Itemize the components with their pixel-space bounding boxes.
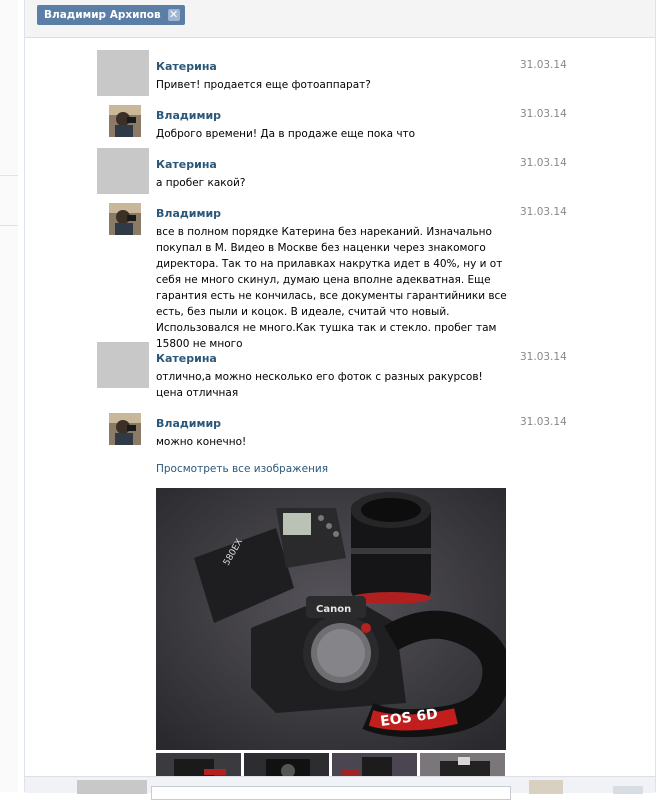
message-text: можно конечно! — [156, 436, 247, 448]
conversation-panel: Владимир Архипов ✕ Катерина 31.03.14 При… — [24, 0, 656, 800]
view-all-images-link[interactable]: Просмотреть все изображения — [156, 463, 328, 475]
author-name[interactable]: Катерина — [156, 158, 217, 171]
attached-photo[interactable]: 580EX Canon EOS 6D — [156, 488, 506, 750]
message-date[interactable]: 31.03.14 — [520, 59, 567, 71]
avatar[interactable] — [97, 148, 149, 194]
message-date[interactable]: 31.03.14 — [520, 108, 567, 120]
author-name[interactable]: Катерина — [156, 60, 217, 73]
author-name[interactable]: Катерина — [156, 352, 217, 365]
author-name[interactable]: Владимир — [156, 207, 221, 220]
message-text: отлично,а можно несколько его фоток с ра… — [156, 371, 483, 399]
reply-bar — [25, 776, 655, 800]
left-sidebar-edge — [0, 0, 18, 792]
message-date[interactable]: 31.03.14 — [520, 206, 567, 218]
message-text: все в полном порядке Катерина без нарека… — [156, 226, 507, 350]
message-text: а пробег какой? — [156, 177, 246, 189]
author-name[interactable]: Владимир — [156, 417, 221, 430]
avatar[interactable] — [109, 105, 141, 137]
message-text: Доброго времени! Да в продаже еще пока ч… — [156, 128, 416, 140]
message-text: Привет! продается еще фотоаппарат? — [156, 79, 371, 91]
message-date[interactable]: 31.03.14 — [520, 157, 567, 169]
send-button[interactable] — [613, 786, 643, 794]
contact-name: Владимир Архипов — [44, 9, 161, 21]
message-date[interactable]: 31.03.14 — [520, 416, 567, 428]
message-date[interactable]: 31.03.14 — [520, 351, 567, 363]
divider — [0, 175, 18, 176]
contact-tab[interactable]: Владимир Архипов ✕ — [37, 5, 185, 25]
camera-brand: Canon — [316, 604, 351, 615]
avatar[interactable] — [109, 203, 141, 235]
lens — [351, 492, 431, 604]
close-icon[interactable]: ✕ — [167, 9, 180, 21]
avatar[interactable] — [109, 413, 141, 445]
divider — [0, 225, 18, 226]
reply-input[interactable] — [151, 786, 511, 800]
avatar[interactable] — [97, 342, 149, 388]
conversation-header: Владимир Архипов ✕ — [25, 0, 655, 38]
avatar[interactable] — [97, 50, 149, 96]
author-name[interactable]: Владимир — [156, 109, 221, 122]
